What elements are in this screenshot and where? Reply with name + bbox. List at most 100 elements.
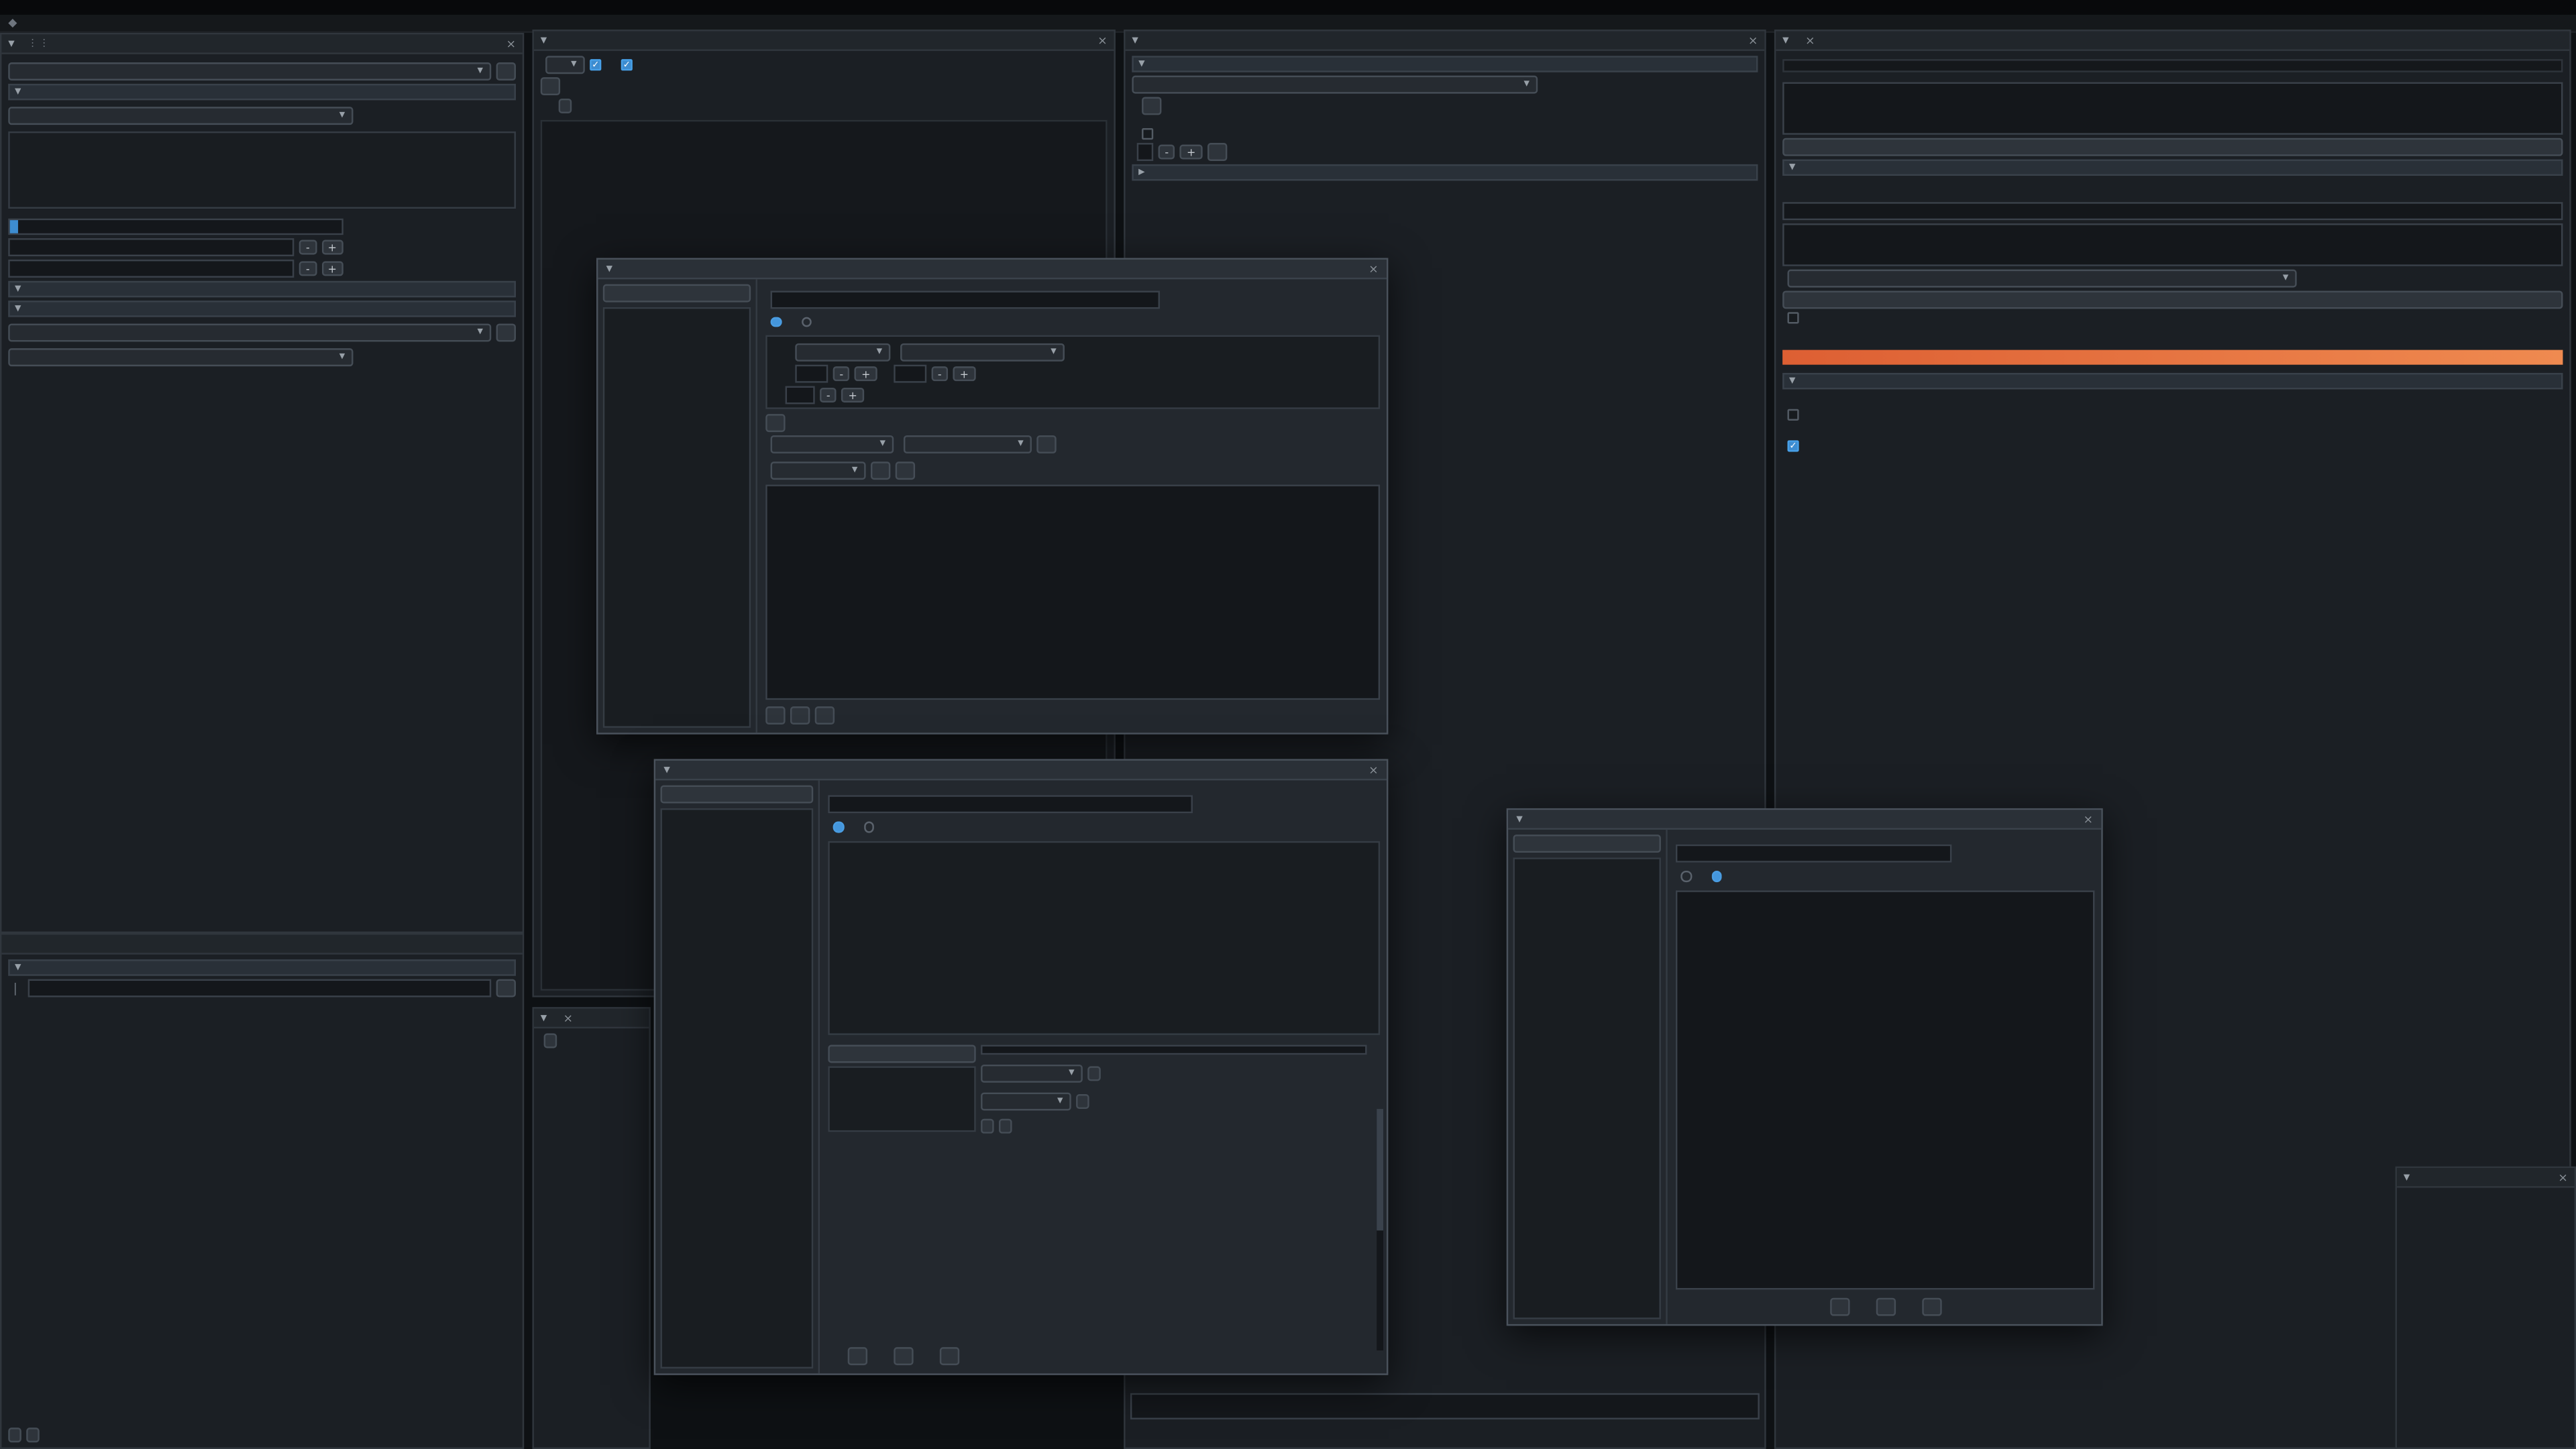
new-preset-button[interactable] xyxy=(1513,835,1661,853)
message-input[interactable] xyxy=(1130,1393,1760,1419)
provider-select[interactable]: ▼ xyxy=(8,107,353,125)
global-radio[interactable] xyxy=(1680,871,1691,881)
profile-name-input[interactable] xyxy=(981,1044,1367,1054)
manage-presets-button[interactable] xyxy=(496,323,516,341)
truncate-button[interactable] xyxy=(1208,143,1227,161)
discussion-select[interactable]: ▼ xyxy=(1132,76,1538,94)
max-tokens-input[interactable] xyxy=(8,238,294,256)
category-override-select[interactable]: ▼ xyxy=(981,1091,1071,1110)
apply-button[interactable] xyxy=(871,462,890,480)
focus-agent-select[interactable]: ▼ xyxy=(545,56,585,74)
close-icon[interactable]: × xyxy=(506,37,516,50)
plus-button[interactable]: + xyxy=(321,261,343,276)
persona-name-input[interactable] xyxy=(771,290,1160,308)
save-profile-button[interactable] xyxy=(981,1118,994,1133)
load-preset-select[interactable]: ▼ xyxy=(771,462,866,480)
system-prompt-textarea[interactable] xyxy=(765,484,1380,699)
pref-temp-input[interactable] xyxy=(795,365,828,383)
delete-button[interactable] xyxy=(894,1347,913,1365)
preset-name-input[interactable] xyxy=(1676,845,1951,863)
dlg-tool-preset-select[interactable]: ▼ xyxy=(771,435,894,453)
base-dir-input[interactable] xyxy=(27,979,491,998)
project-radio[interactable] xyxy=(1711,871,1722,881)
close-icon[interactable]: × xyxy=(1805,34,1815,47)
system-prompts-section-header[interactable]: ▼ xyxy=(8,281,516,297)
plus-button[interactable]: + xyxy=(1180,145,1202,160)
project-radio[interactable] xyxy=(863,821,874,832)
close-icon[interactable]: × xyxy=(564,1011,573,1024)
delete-button[interactable] xyxy=(1876,1298,1895,1316)
new-persona-button[interactable] xyxy=(603,284,751,303)
pop-out-tier3-checkbox[interactable]: ✓ xyxy=(1787,440,1799,451)
pref-max-out-input[interactable] xyxy=(894,365,926,383)
plus-button[interactable]: + xyxy=(842,388,864,402)
pop-out-tool-calls-checkbox[interactable]: ✓ xyxy=(590,59,601,70)
history-limit-input[interactable] xyxy=(8,260,294,278)
files-section-header[interactable]: ▼ xyxy=(8,959,516,975)
step-mode-checkbox[interactable] xyxy=(1787,312,1799,323)
pref-model-select[interactable]: ▼ xyxy=(900,343,1065,362)
minus-button[interactable]: - xyxy=(1159,145,1175,160)
close-icon[interactable]: × xyxy=(1368,763,1378,777)
browse-button[interactable] xyxy=(496,979,516,998)
keep-pairs-input[interactable] xyxy=(1137,143,1153,161)
tier-model-config-header[interactable]: ▼ xyxy=(1782,373,2563,389)
manage-tools-button[interactable] xyxy=(1036,435,1056,453)
track-name-input[interactable] xyxy=(1782,202,2563,220)
close-dialog-button[interactable] xyxy=(815,706,835,724)
save-button[interactable] xyxy=(848,1347,867,1365)
minus-button[interactable]: - xyxy=(931,366,948,381)
save-persona-button[interactable] xyxy=(765,706,785,724)
tool-preset-titlebar[interactable]: ▼ × xyxy=(655,761,1387,780)
temperature-slider[interactable] xyxy=(8,219,343,235)
persona-select[interactable]: ▼ xyxy=(8,62,491,80)
clear-status-button[interactable] xyxy=(559,99,572,113)
global-radio[interactable] xyxy=(771,316,782,327)
add-files-button[interactable] xyxy=(8,1428,21,1442)
dlg-bias-select[interactable]: ▼ xyxy=(904,435,1032,453)
manage-personas-button[interactable] xyxy=(496,62,516,80)
minus-button[interactable]: - xyxy=(299,240,316,255)
project-radio[interactable] xyxy=(801,316,812,327)
close-icon[interactable]: × xyxy=(1097,34,1107,47)
pref-hist-input[interactable] xyxy=(786,386,815,405)
pref-provider-select[interactable]: ▼ xyxy=(795,343,890,362)
minus-button[interactable]: - xyxy=(833,366,850,381)
minus-button[interactable]: - xyxy=(299,261,316,276)
provider-model-section-header[interactable]: ▼ xyxy=(8,84,516,100)
tool-preset-name-input[interactable] xyxy=(828,795,1193,813)
tool-override-select[interactable]: ▼ xyxy=(981,1064,1083,1082)
conductor-setup-header[interactable]: ▼ xyxy=(1782,160,2563,176)
delete-profile-button[interactable] xyxy=(999,1118,1012,1133)
track-description-textarea[interactable] xyxy=(1782,223,2563,266)
scrollbar[interactable] xyxy=(1377,1109,1383,1350)
comms-history-button[interactable] xyxy=(541,77,560,95)
create-track-button[interactable] xyxy=(1782,290,2563,309)
pop-out-task-dag-checkbox[interactable] xyxy=(1787,409,1799,421)
minus-button[interactable]: - xyxy=(820,388,837,402)
epic-textarea[interactable] xyxy=(1782,82,2563,134)
close-icon[interactable]: × xyxy=(2084,812,2093,826)
plan-epic-button[interactable] xyxy=(1782,138,2563,156)
add-tool-override-button[interactable] xyxy=(1087,1065,1101,1080)
new-profile-button[interactable] xyxy=(828,1044,975,1062)
close-dialog-button[interactable] xyxy=(940,1347,959,1365)
save-button[interactable] xyxy=(1829,1298,1849,1316)
add-preferred-model-button[interactable] xyxy=(765,413,785,431)
global-radio[interactable] xyxy=(833,821,844,832)
content-textarea[interactable] xyxy=(1676,890,2094,1289)
roles-section-header[interactable]: ▶ xyxy=(1132,164,1758,180)
manage-prompts-button[interactable] xyxy=(896,462,915,480)
preset-manager-titlebar[interactable]: ▼ × xyxy=(1508,810,2101,829)
clear-tool-calls-button[interactable] xyxy=(544,1033,557,1048)
plus-button[interactable]: + xyxy=(855,366,877,381)
close-icon[interactable]: × xyxy=(1748,34,1758,47)
plus-button[interactable]: + xyxy=(321,240,343,255)
bias-profile-select[interactable]: ▼ xyxy=(8,348,353,366)
plus-button[interactable]: + xyxy=(953,366,975,381)
pop-out-usage-checkbox[interactable]: ✓ xyxy=(621,59,633,70)
add-wildcard-button[interactable] xyxy=(26,1428,40,1442)
persona-editor-titlebar[interactable]: ▼ × xyxy=(598,260,1387,279)
add-category-override-button[interactable] xyxy=(1076,1093,1089,1108)
new-tool-preset-button[interactable] xyxy=(660,786,813,804)
